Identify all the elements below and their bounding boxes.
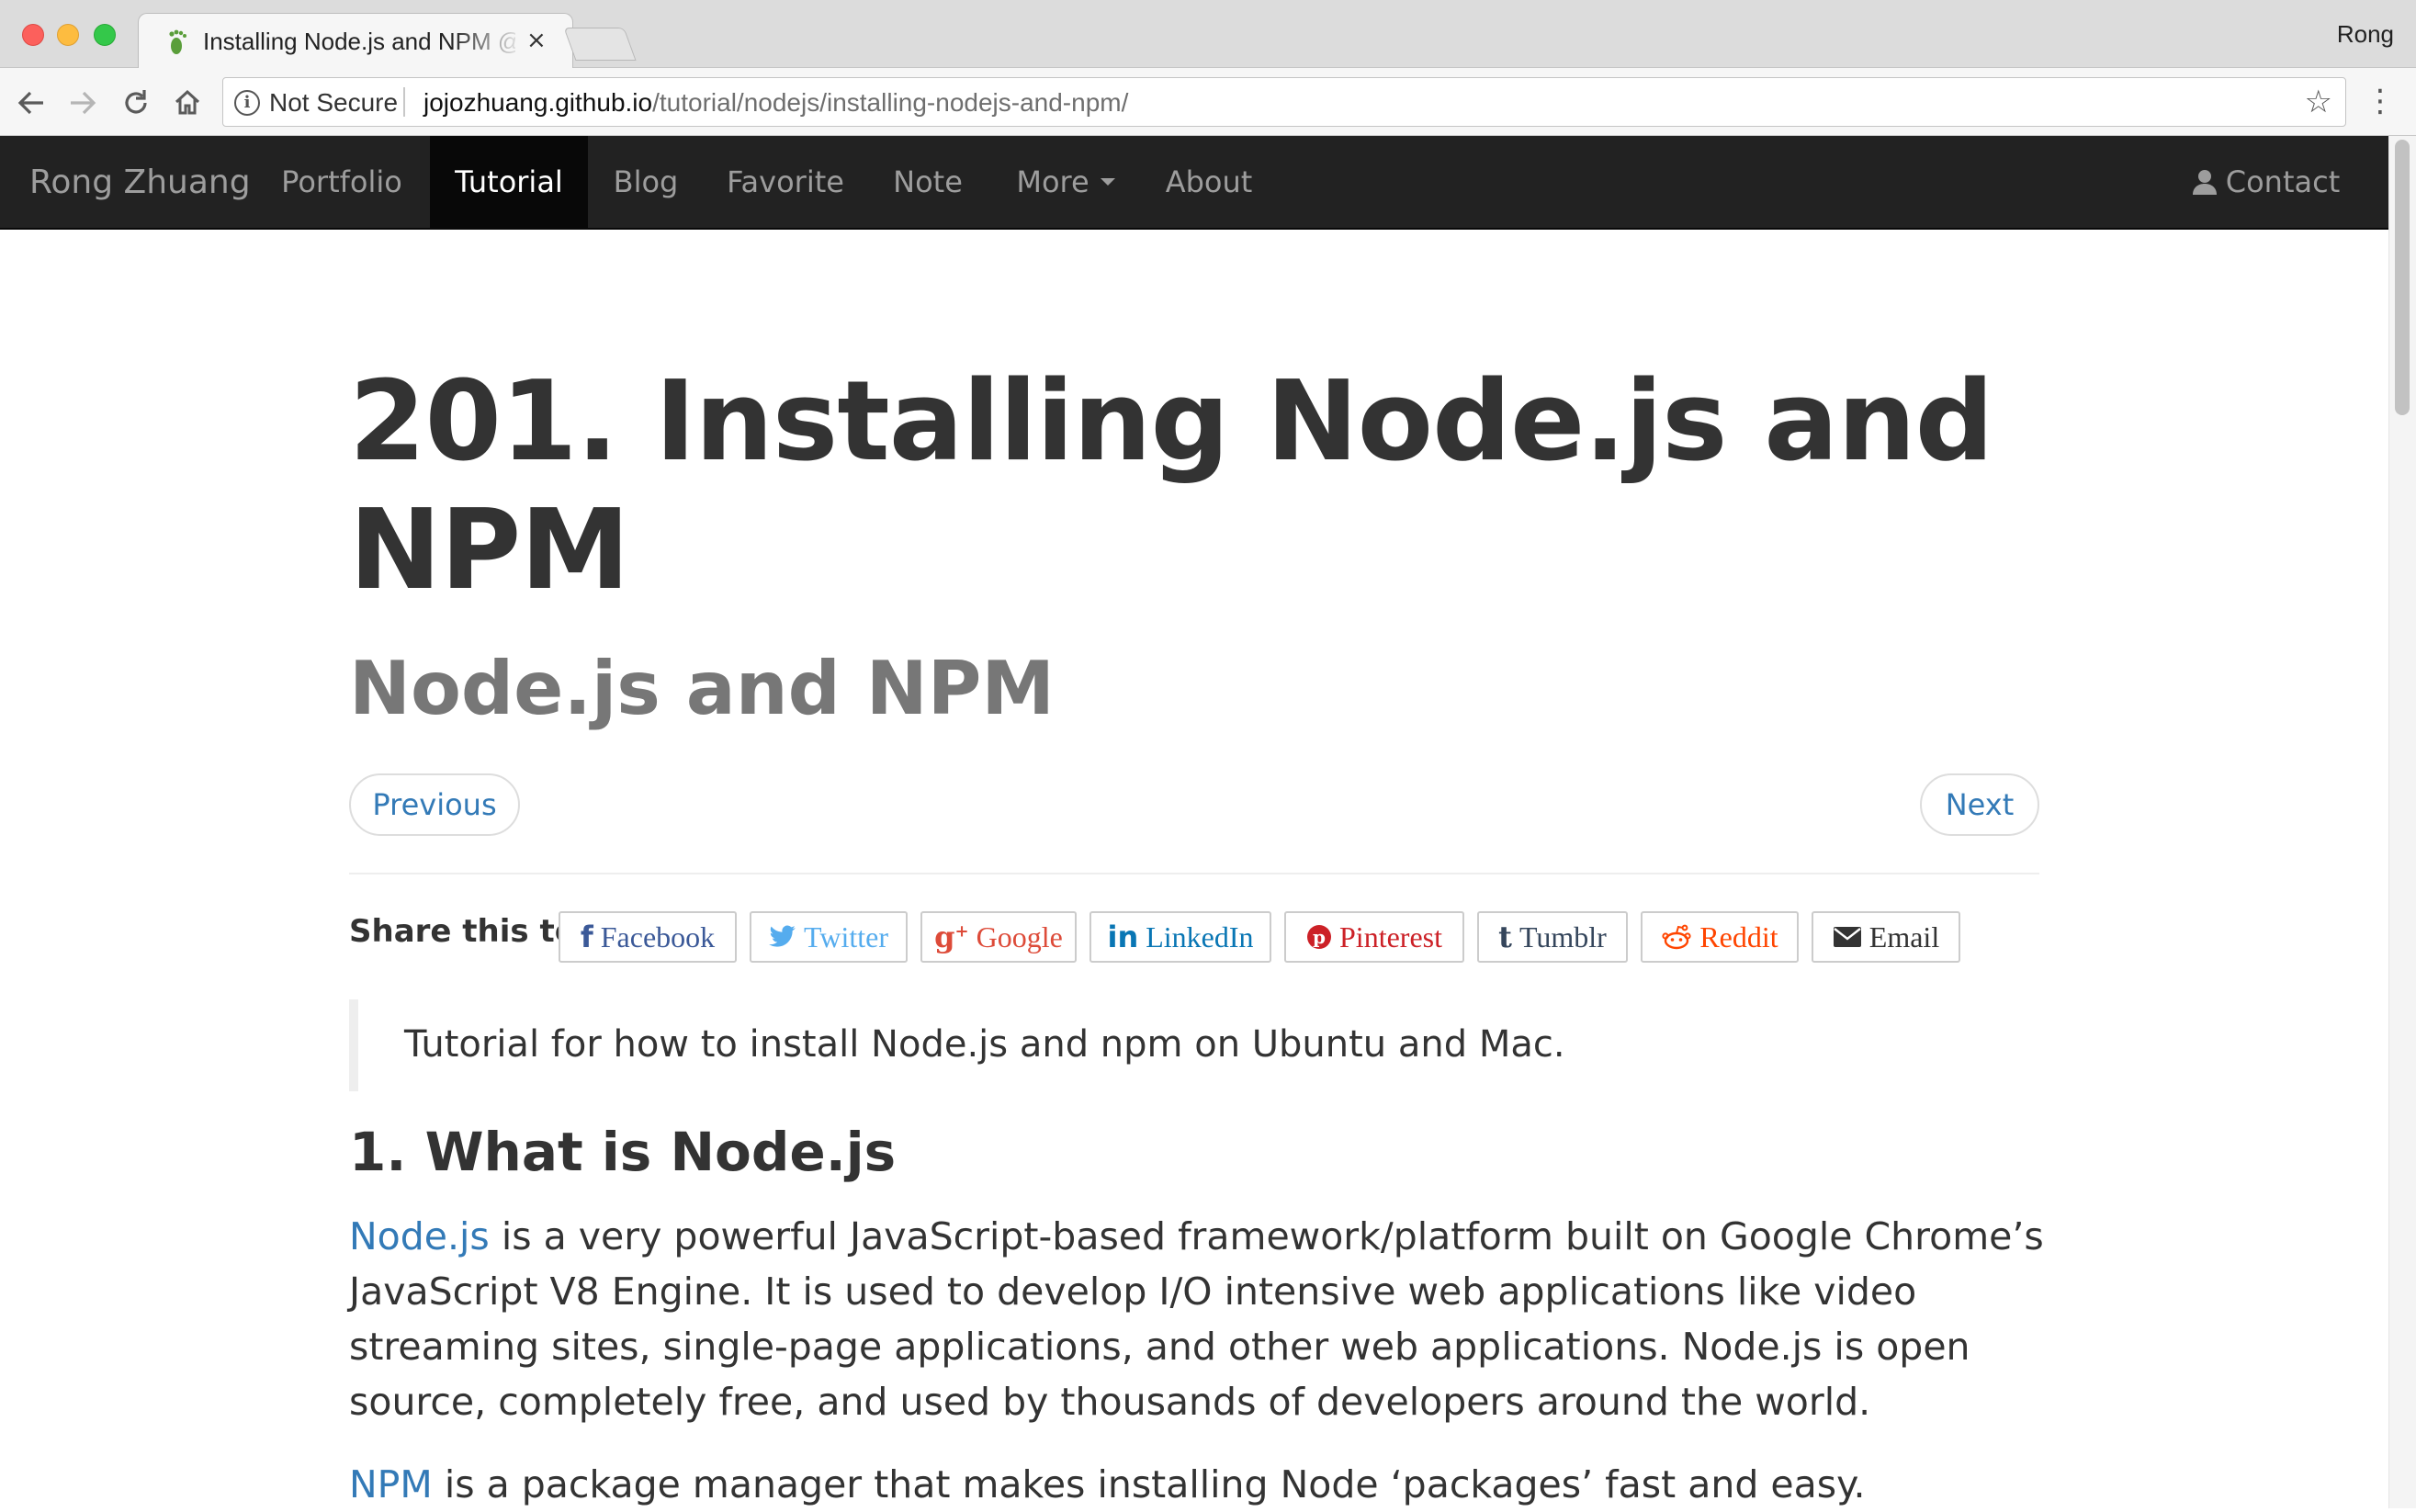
share-pinterest-label: Pinterest — [1339, 920, 1442, 953]
navbar-brand[interactable]: Rong Zhuang — [29, 136, 251, 228]
twitter-icon — [769, 925, 796, 947]
profile-name[interactable]: Rong — [2337, 20, 2394, 49]
share-facebook-label: Facebook — [600, 920, 716, 953]
tumblr-icon: t — [1498, 920, 1512, 954]
info-icon[interactable]: i — [234, 90, 260, 116]
excerpt-blockquote: Tutorial for how to install Node.js and … — [349, 999, 2039, 1091]
nav-more-label: More — [1016, 164, 1089, 199]
reload-icon[interactable] — [118, 85, 154, 121]
next-button[interactable]: Next — [1920, 773, 2039, 836]
page-scrollbar[interactable] — [2388, 136, 2416, 1508]
share-facebook-button[interactable]: f Facebook — [559, 911, 737, 963]
nav-item-portfolio[interactable]: Portfolio — [255, 136, 428, 228]
browser-tab-strip: Installing Node.js and NPM @ R × Rong — [0, 0, 2416, 69]
nav-contact-label: Contact — [2225, 164, 2341, 199]
svg-text:p: p — [1313, 926, 1326, 948]
tab-title-fade — [451, 23, 525, 60]
share-reddit-button[interactable]: Reddit — [1641, 911, 1799, 963]
nav-item-tutorial[interactable]: Tutorial — [430, 136, 588, 228]
url-host: jojozhuang.github.io — [423, 88, 653, 117]
share-email-button[interactable]: Email — [1812, 911, 1960, 963]
user-icon — [2192, 170, 2217, 195]
nav-item-about[interactable]: About — [1143, 136, 1275, 228]
nav-item-favorite[interactable]: Favorite — [704, 136, 867, 228]
footprint-favicon-icon — [169, 29, 186, 54]
nav-item-blog[interactable]: Blog — [588, 136, 704, 228]
url-text[interactable]: jojozhuang.github.io/tutorial/nodejs/ins… — [423, 88, 1128, 118]
previous-button[interactable]: Previous — [349, 773, 520, 836]
nav-item-note[interactable]: Note — [867, 136, 988, 228]
security-label[interactable]: Not Secure — [269, 88, 398, 118]
pinterest-icon: p — [1307, 925, 1331, 949]
nav-item-more[interactable]: More — [988, 136, 1143, 228]
share-label: Share this to: — [349, 913, 589, 950]
site-navbar: Rong Zhuang Portfolio Tutorial Blog Favo… — [0, 136, 2388, 230]
browser-tab-active[interactable]: Installing Node.js and NPM @ R × — [138, 13, 573, 69]
linkedin-icon: in — [1107, 920, 1139, 954]
share-reddit-label: Reddit — [1699, 920, 1778, 953]
share-linkedin-label: LinkedIn — [1146, 920, 1254, 953]
star-icon[interactable]: ☆ — [2305, 85, 2332, 118]
share-linkedin-button[interactable]: in LinkedIn — [1089, 911, 1271, 963]
share-twitter-label: Twitter — [804, 920, 888, 953]
share-google-label: Google — [976, 920, 1063, 953]
post-subtitle: Node.js and NPM — [349, 646, 1055, 731]
npm-link[interactable]: NPM — [349, 1462, 433, 1506]
three-dots-icon[interactable]: ⋮ — [2365, 83, 2396, 119]
maximize-window-button[interactable] — [94, 24, 116, 46]
forward-arrow-icon[interactable] — [64, 85, 101, 121]
tab-close-icon[interactable]: × — [526, 27, 547, 54]
google-plus-icon: g+ — [934, 920, 969, 954]
caret-down-icon — [1100, 178, 1115, 186]
share-tumblr-label: Tumblr — [1518, 920, 1607, 953]
nodejs-link[interactable]: Node.js — [349, 1214, 490, 1258]
excerpt-text: Tutorial for how to install Node.js and … — [404, 1023, 1565, 1066]
browser-toolbar: i Not Secure jojozhuang.github.io/tutori… — [0, 68, 2416, 136]
omnibox-separator — [403, 87, 405, 117]
address-bar[interactable]: i Not Secure jojozhuang.github.io/tutori… — [222, 77, 2346, 127]
nav-item-contact[interactable]: Contact — [2168, 136, 2363, 228]
reddit-icon — [1662, 924, 1691, 950]
paragraph-nodejs: Node.js is a very powerful JavaScript-ba… — [349, 1209, 2058, 1429]
share-google-button[interactable]: g+ Google — [920, 911, 1077, 963]
scrollbar-thumb[interactable] — [2395, 140, 2410, 415]
post-title: 201. Installing Node.js and NPM — [349, 358, 1994, 615]
share-pinterest-button[interactable]: p Pinterest — [1284, 911, 1464, 963]
close-window-button[interactable] — [22, 24, 44, 46]
url-path: /tutorial/nodejs/installing-nodejs-and-n… — [652, 88, 1129, 117]
envelope-icon — [1833, 927, 1861, 947]
paragraph-npm-text: is a package manager that makes installi… — [432, 1462, 1866, 1506]
new-tab-button[interactable] — [563, 28, 637, 61]
section-heading: 1. What is Node.js — [349, 1121, 897, 1183]
paragraph-nodejs-text: is a very powerful JavaScript-based fram… — [349, 1214, 2044, 1424]
minimize-window-button[interactable] — [57, 24, 79, 46]
paragraph-npm: NPM is a package manager that makes inst… — [349, 1457, 2058, 1512]
share-twitter-button[interactable]: Twitter — [750, 911, 908, 963]
divider — [349, 873, 2039, 874]
share-email-label: Email — [1868, 920, 1940, 953]
share-tumblr-button[interactable]: t Tumblr — [1477, 911, 1628, 963]
home-icon[interactable] — [169, 85, 206, 121]
facebook-icon: f — [580, 920, 593, 954]
back-arrow-icon[interactable] — [13, 85, 50, 121]
